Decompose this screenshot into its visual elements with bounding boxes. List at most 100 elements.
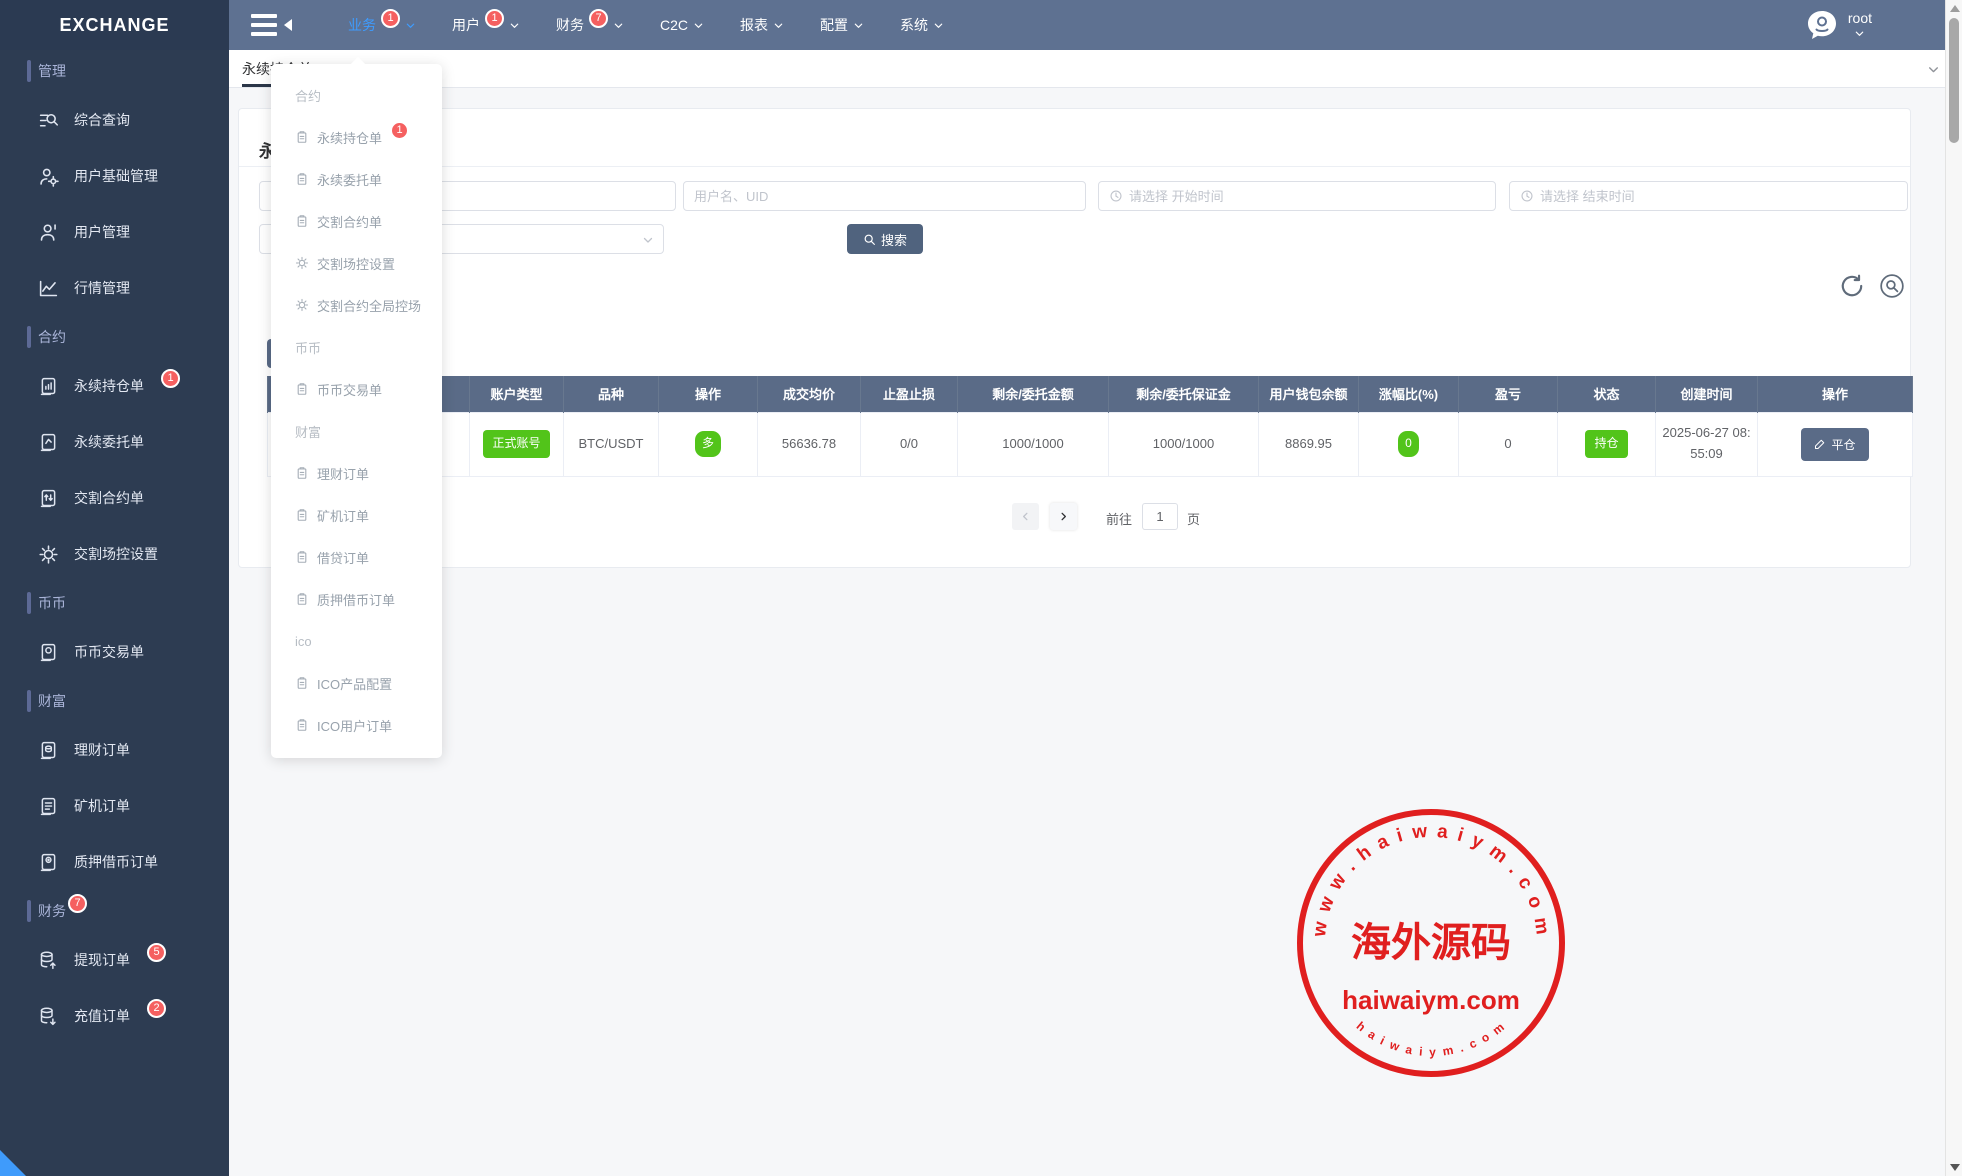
account-type-badge: 正式账号 <box>483 430 549 457</box>
chevron-down-icon <box>642 234 654 246</box>
nav-item-user[interactable]: 用户 1 <box>452 15 520 35</box>
dropdown-item-finance-orders[interactable]: 理财订单 <box>271 452 442 494</box>
sidebar-item-perpetual-position[interactable]: 永续持仓单 1 <box>0 358 229 414</box>
start-time-picker[interactable] <box>1098 181 1496 211</box>
sidebar-item-delivery-control-settings[interactable]: 交割场控设置 <box>0 526 229 582</box>
dropdown-item-delivery-contract[interactable]: 交割合约单 <box>271 200 442 242</box>
positions-table: 账户类型 品种 操作 成交均价 止盈止损 剩余/委托金额 剩余/委托保证金 用户… <box>267 376 1913 477</box>
clipboard-icon <box>295 172 309 186</box>
page-number-input[interactable] <box>1142 503 1178 530</box>
cell-profit: 0 <box>1459 412 1558 476</box>
tab-bar: 永续持仓单 <box>229 50 1962 88</box>
dropdown-item-delivery-control-settings[interactable]: 交割场控设置 <box>271 242 442 284</box>
search-button[interactable]: 搜索 <box>847 224 923 254</box>
sidebar-item-deposit-orders[interactable]: 充值订单 2 <box>0 988 229 1044</box>
scroll-up-arrow[interactable] <box>1950 5 1960 12</box>
sidebar-item-user-basic-manage[interactable]: 用户基础管理 <box>0 148 229 204</box>
clipboard-icon <box>295 214 309 228</box>
nav-item-system[interactable]: 系统 <box>900 15 944 35</box>
next-page-button[interactable] <box>1050 503 1077 530</box>
sidebar-item-withdraw-orders[interactable]: 提现订单 5 <box>0 932 229 988</box>
pagination: 前往 页 <box>239 503 1910 533</box>
col-remain-amount: 剩余/委托金额 <box>958 376 1109 412</box>
chevron-down-icon <box>613 20 624 31</box>
prev-page-button[interactable] <box>1012 503 1039 530</box>
sidebar-section-wealth: 财富 <box>0 680 229 722</box>
section-bar <box>27 690 31 712</box>
col-wallet-balance: 用户钱包余额 <box>1259 376 1359 412</box>
scroll-down-arrow[interactable] <box>1950 1164 1960 1171</box>
sidebar-item-miner-orders[interactable]: 矿机订单 <box>0 778 229 834</box>
chevron-down-icon <box>1854 28 1865 39</box>
dropdown-item-loan-orders[interactable]: 借贷订单 <box>271 536 442 578</box>
avatar <box>1804 7 1840 43</box>
cell-wallet-balance: 8869.95 <box>1259 412 1359 476</box>
sidebar-item-perpetual-entrust[interactable]: 永续委托单 <box>0 414 229 470</box>
col-direction: 操作 <box>659 376 758 412</box>
main-content: 永续持仓单 搜索 <box>229 88 1962 1176</box>
nav-item-business[interactable]: 业务 1 <box>348 15 416 35</box>
sidebar-item-spot-trade-orders[interactable]: 币币交易单 <box>0 624 229 680</box>
search-toggle-icon[interactable] <box>1879 273 1905 299</box>
gear-icon <box>38 544 59 565</box>
clipboard-icon <box>295 592 309 606</box>
refresh-icon[interactable] <box>1839 273 1865 299</box>
doc-arrow-icon <box>38 432 59 453</box>
sidebar-item-market-manage[interactable]: 行情管理 <box>0 260 229 316</box>
nav-item-c2c[interactable]: C2C <box>660 17 704 33</box>
gear-icon <box>295 298 309 312</box>
direction-badge: 多 <box>695 431 721 456</box>
sidebar-item-delivery-contract[interactable]: 交割合约单 <box>0 470 229 526</box>
sidebar-item-user-manage[interactable]: 用户管理 <box>0 204 229 260</box>
username-filter-input[interactable] <box>683 181 1086 211</box>
sidebar-item-pledge-borrow-orders[interactable]: 质押借币订单 <box>0 834 229 890</box>
change-pct-badge: 0 <box>1398 431 1419 456</box>
dropdown-item-spot-trade-orders[interactable]: 币币交易单 <box>271 368 442 410</box>
dropdown-item-ico-user-orders[interactable]: ICO用户订单 <box>271 704 442 746</box>
section-bar <box>27 60 31 82</box>
user-menu[interactable]: root <box>1804 7 1872 43</box>
watermark-arc-bottom-text: h a i w a i y m . c o m <box>1354 1019 1509 1059</box>
status-badge: 持仓 <box>1585 430 1627 457</box>
chevron-left-icon <box>1020 511 1031 522</box>
collapse-menu-button[interactable] <box>251 14 292 36</box>
dropdown-item-perpetual-position[interactable]: 永续持仓单 1 <box>271 116 442 158</box>
count-badge: 7 <box>68 894 87 913</box>
dropdown-item-delivery-global-control[interactable]: 交割合约全局控场 <box>271 284 442 326</box>
goto-label: 前往 <box>1106 509 1132 528</box>
svg-text:h a i w a i y m . c o m: h a i w a i y m . c o m <box>1354 1019 1509 1059</box>
nav-item-report[interactable]: 报表 <box>740 15 784 35</box>
chevron-down-icon <box>773 20 784 31</box>
nav-item-config[interactable]: 配置 <box>820 15 864 35</box>
page-scrollbar[interactable] <box>1945 0 1962 1176</box>
magnifier-icon <box>863 233 876 246</box>
col-remain-margin: 剩余/委托保证金 <box>1109 376 1259 412</box>
start-time-field[interactable] <box>1129 189 1485 204</box>
section-bar <box>27 592 31 614</box>
username-filter-field[interactable] <box>694 189 1075 204</box>
clipboard-icon <box>295 718 309 732</box>
scrollbar-thumb[interactable] <box>1949 18 1959 143</box>
col-account-type: 账户类型 <box>470 376 564 412</box>
chevron-down-icon <box>693 20 704 31</box>
sidebar-item-composite-query[interactable]: 综合查询 <box>0 92 229 148</box>
dropdown-group-contract: 合约 <box>271 74 442 116</box>
collapse-arrow-icon <box>284 19 292 31</box>
dropdown-item-pledge-borrow-orders[interactable]: 质押借币订单 <box>271 578 442 620</box>
dropdown-item-ico-product-config[interactable]: ICO产品配置 <box>271 662 442 704</box>
table-row: 正式账号 BTC/USDT 多 56636.78 0/0 1000/1000 1… <box>268 412 1913 476</box>
watermark-domain: haiwaiym.com <box>1342 985 1520 1015</box>
dropdown-item-miner-orders[interactable]: 矿机订单 <box>271 494 442 536</box>
end-time-picker[interactable] <box>1509 181 1908 211</box>
end-time-field[interactable] <box>1540 189 1897 204</box>
clipboard-icon <box>295 130 309 144</box>
nav-item-finance[interactable]: 财务 7 <box>556 15 624 35</box>
sidebar: EXCHANGE 管理 综合查询 用户基础管理 用户管理 行情管理 合约 永续持… <box>0 0 229 1176</box>
tabs-overflow-chevron-icon[interactable] <box>1927 63 1940 76</box>
user-gear-icon <box>38 166 59 187</box>
count-badge: 5 <box>147 943 166 962</box>
close-position-button[interactable]: 平仓 <box>1801 428 1868 461</box>
count-badge: 1 <box>390 121 409 140</box>
dropdown-item-perpetual-entrust[interactable]: 永续委托单 <box>271 158 442 200</box>
sidebar-item-finance-orders[interactable]: 理财订单 <box>0 722 229 778</box>
